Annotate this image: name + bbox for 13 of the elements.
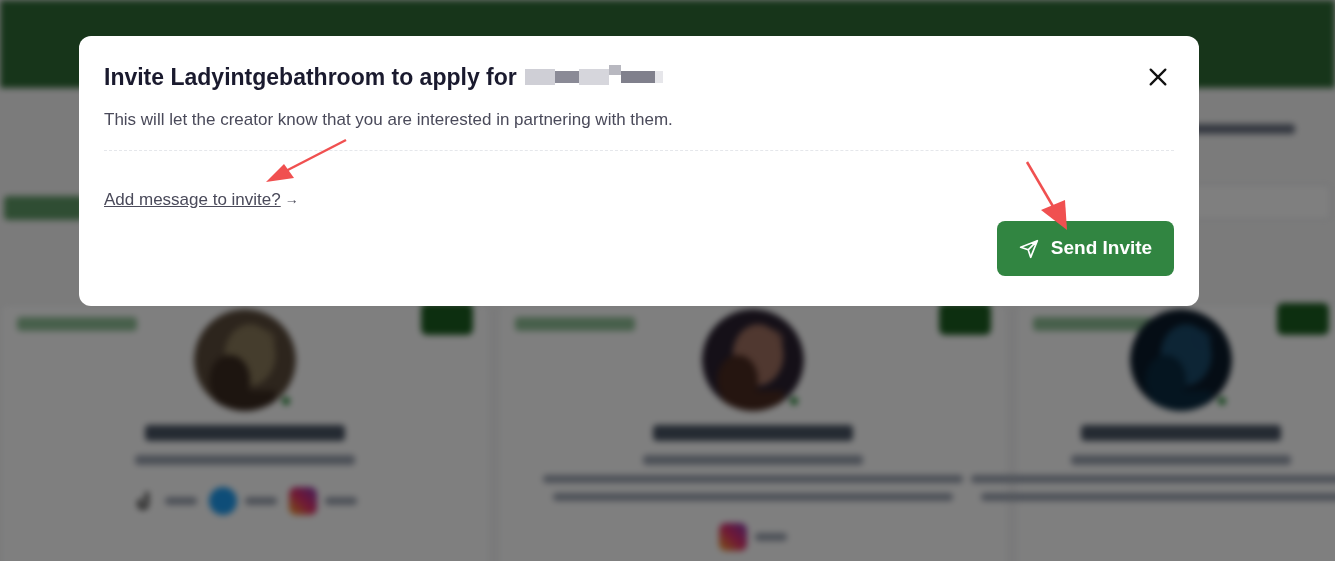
- add-button-background: [1277, 303, 1329, 335]
- instagram-icon: [719, 523, 747, 551]
- blurred-count: [165, 497, 197, 505]
- send-invite-button[interactable]: Send Invite: [997, 221, 1174, 276]
- close-icon: [1147, 66, 1169, 89]
- send-icon: [1018, 238, 1039, 259]
- instagram-icon: [289, 487, 317, 515]
- blurred-count: [755, 533, 787, 541]
- blurred-count: [245, 497, 277, 505]
- dialog-description: This will let the creator know that you are interested in partnering with them.: [104, 108, 674, 131]
- add-message-link[interactable]: Add message to invite? →: [104, 187, 299, 213]
- dialog-title: Invite Ladyintgebathroom to apply for: [104, 63, 517, 92]
- blurred-count: [325, 497, 357, 505]
